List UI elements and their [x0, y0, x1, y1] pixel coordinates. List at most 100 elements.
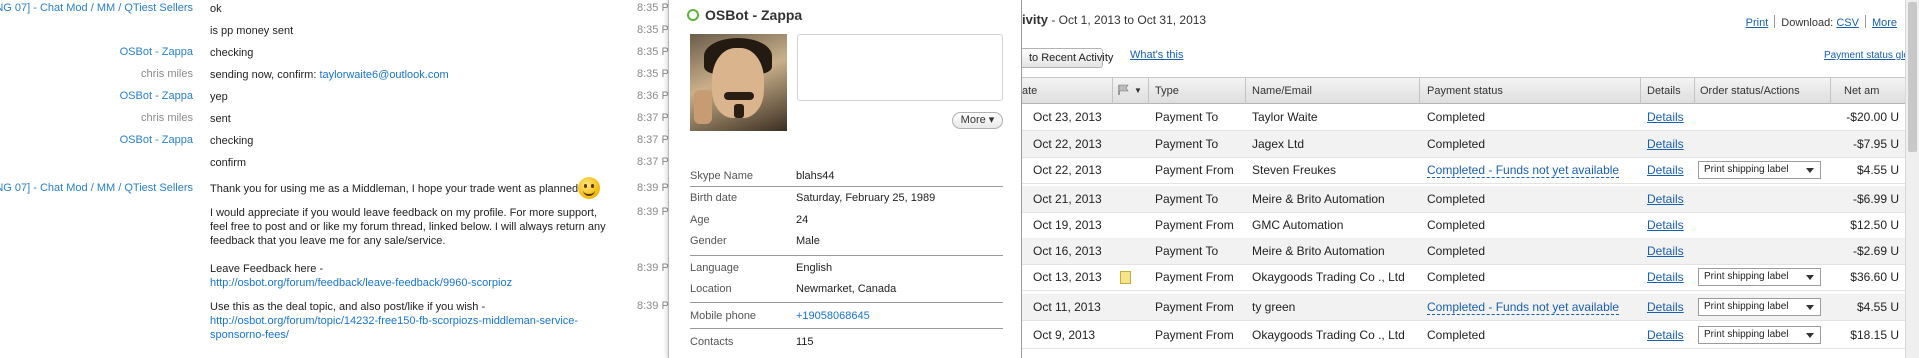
details-link[interactable]: Details: [1647, 163, 1684, 177]
more-link[interactable]: More: [1872, 17, 1897, 29]
chevron-down-icon[interactable]: ▼: [1134, 86, 1142, 95]
whats-this-link[interactable]: What's this: [1130, 49, 1183, 61]
profile-field-label: Birth date: [690, 192, 738, 204]
profile-title: OSBot - Zappa: [687, 7, 802, 23]
flag-icon[interactable]: [1117, 84, 1131, 96]
chat-timestamp: 8:37 P: [637, 156, 668, 168]
profile-field: Contacts 115: [690, 336, 1003, 356]
profile-field: Skype Name blahs44: [690, 170, 1003, 190]
row-name: Jagex Ltd: [1252, 137, 1305, 151]
print-shipping-label-select[interactable]: Print shipping label: [1698, 326, 1821, 344]
details-link[interactable]: Details: [1647, 137, 1684, 151]
row-net-amount: $4.55 U: [1856, 300, 1899, 314]
details-link[interactable]: Details: [1647, 244, 1684, 258]
chevron-down-icon: [1806, 275, 1814, 280]
profile-divider: [690, 255, 1003, 256]
chat-link[interactable]: http://osbot.org/forum/topic/14232-free1…: [210, 315, 578, 341]
table-row: Oct 13, 2013 Payment From Okaygoods Tradin…: [1022, 264, 1919, 291]
row-name: Steven Freukes: [1252, 163, 1337, 177]
profile-divider: [690, 186, 1003, 187]
row-net-amount: $18.15 U: [1850, 328, 1899, 342]
row-date: Oct 9, 2013: [1033, 328, 1096, 342]
chat-sender[interactable]: ING 07] - Chat Mod / MM / QTiest Sellers: [0, 182, 193, 194]
col-name-email[interactable]: Name/Email: [1252, 85, 1312, 97]
row-net-amount: $4.55 U: [1856, 163, 1899, 177]
chat-sender[interactable]: ING 07] - Chat Mod / MM / QTiest Sellers: [0, 2, 193, 14]
mood-message-box[interactable]: [797, 34, 1003, 101]
back-to-recent-activity-button[interactable]: to Recent Activity: [1022, 48, 1113, 68]
details-link[interactable]: Details: [1647, 218, 1684, 232]
scrollbar[interactable]: [1905, 0, 1919, 358]
chat-message-text: sending now, confirm: taylorwaite6@outlo…: [210, 69, 449, 81]
chat-message-text: yep: [210, 91, 228, 103]
row-type: Payment From: [1155, 218, 1234, 232]
chat-link[interactable]: http://osbot.org/forum/feedback/leave-fe…: [210, 277, 512, 289]
row-name: Okaygoods Trading Co ., Ltd: [1252, 270, 1405, 284]
col-net-amount[interactable]: Net am: [1844, 85, 1879, 97]
details-link[interactable]: Details: [1647, 328, 1684, 342]
profile-field-label: Contacts: [690, 336, 734, 348]
mobile-phone-link[interactable]: +19058068645: [796, 310, 870, 322]
print-shipping-label-select[interactable]: Print shipping label: [1698, 268, 1821, 286]
profile-field: Mobile phone +19058068645: [690, 310, 1003, 330]
more-button[interactable]: More ▾: [952, 112, 1003, 129]
chat-sender[interactable]: OSBot - Zappa: [120, 46, 193, 58]
print-shipping-label-select[interactable]: Print shipping label: [1698, 298, 1821, 316]
row-type: Payment To: [1155, 137, 1219, 151]
chat-message: Leave Feedback here - http://osbot.org/fo…: [0, 262, 668, 296]
note-icon[interactable]: [1120, 271, 1131, 284]
chat-timestamp: 8:39 P: [637, 262, 668, 274]
row-type: Payment From: [1155, 163, 1234, 177]
download-label: Download:: [1781, 17, 1834, 29]
row-date: Oct 23, 2013: [1033, 110, 1102, 124]
row-date: Oct 22, 2013: [1033, 163, 1102, 177]
csv-link[interactable]: CSV: [1836, 17, 1859, 29]
row-payment-status: Completed: [1427, 192, 1486, 206]
chat-message: OSBot - Zappa checking 8:35 P: [0, 46, 668, 60]
chat-sender[interactable]: OSBot - Zappa: [120, 134, 193, 146]
row-type: Payment To: [1155, 192, 1219, 206]
print-link[interactable]: Print: [1746, 17, 1769, 29]
chat-message-text: I would appreciate if you would leave fe…: [210, 207, 606, 247]
row-date: Oct 22, 2013: [1033, 137, 1102, 151]
col-payment-status[interactable]: Payment status: [1427, 85, 1503, 97]
chevron-down-icon: [1806, 305, 1814, 310]
chat-message: ING 07] - Chat Mod / MM / QTiest Sellers…: [0, 2, 668, 16]
table-header: ate ▼ Type Name/Email Payment status Det…: [1022, 77, 1919, 104]
paypal-activity: ivity - Oct 1, 2013 to Oct 31, 2013 Prin…: [1022, 0, 1919, 358]
row-name: Okaygoods Trading Co ., Ltd: [1252, 328, 1405, 342]
profile-field-value: blahs44: [796, 170, 835, 182]
chat-timestamp: 8:37 P: [637, 134, 668, 146]
details-link[interactable]: Details: [1647, 192, 1684, 206]
profile-field-value: Newmarket, Canada: [796, 283, 897, 295]
details-link[interactable]: Details: [1647, 270, 1684, 284]
row-payment-status[interactable]: Completed - Funds not yet available: [1427, 300, 1620, 315]
profile-field-label: Gender: [690, 235, 727, 247]
row-net-amount: $36.60 U: [1850, 270, 1899, 284]
chat-message: chris miles sending now, confirm: taylorw…: [0, 68, 668, 82]
row-payment-status: Completed: [1427, 110, 1486, 124]
chat-sender[interactable]: chris miles: [141, 68, 193, 80]
row-payment-status[interactable]: Completed - Funds not yet available: [1427, 163, 1620, 178]
col-date[interactable]: ate: [1022, 85, 1037, 97]
profile-field-value: English: [796, 262, 833, 274]
details-link[interactable]: Details: [1647, 110, 1684, 124]
chat-message: OSBot - Zappa checking 8:37 P: [0, 134, 668, 148]
col-type[interactable]: Type: [1155, 85, 1179, 97]
chat-message: is pp money sent 8:35 P: [0, 24, 668, 38]
profile-field-value: 24: [796, 214, 809, 226]
chat-pane[interactable]: ING 07] - Chat Mod / MM / QTiest Sellers…: [0, 0, 668, 358]
chat-message: I would appreciate if you would leave fe…: [0, 206, 668, 258]
row-type: Payment To: [1155, 244, 1219, 258]
table-row: Oct 21, 2013 Payment To Meire & Brito Auto…: [1022, 186, 1919, 213]
chat-sender[interactable]: chris miles: [141, 112, 193, 124]
chat-link[interactable]: taylorwaite6@outlook.com: [319, 69, 448, 81]
avatar[interactable]: [690, 34, 787, 131]
row-net-amount: -$2.69 U: [1852, 244, 1899, 258]
chat-sender[interactable]: OSBot - Zappa: [120, 90, 193, 102]
details-link[interactable]: Details: [1647, 300, 1684, 314]
profile-divider: [690, 328, 1003, 329]
row-date: Oct 21, 2013: [1033, 192, 1102, 206]
profile-field: Birth date Saturday, February 25, 1989: [690, 192, 1003, 212]
print-shipping-label-select[interactable]: Print shipping label: [1698, 161, 1821, 179]
